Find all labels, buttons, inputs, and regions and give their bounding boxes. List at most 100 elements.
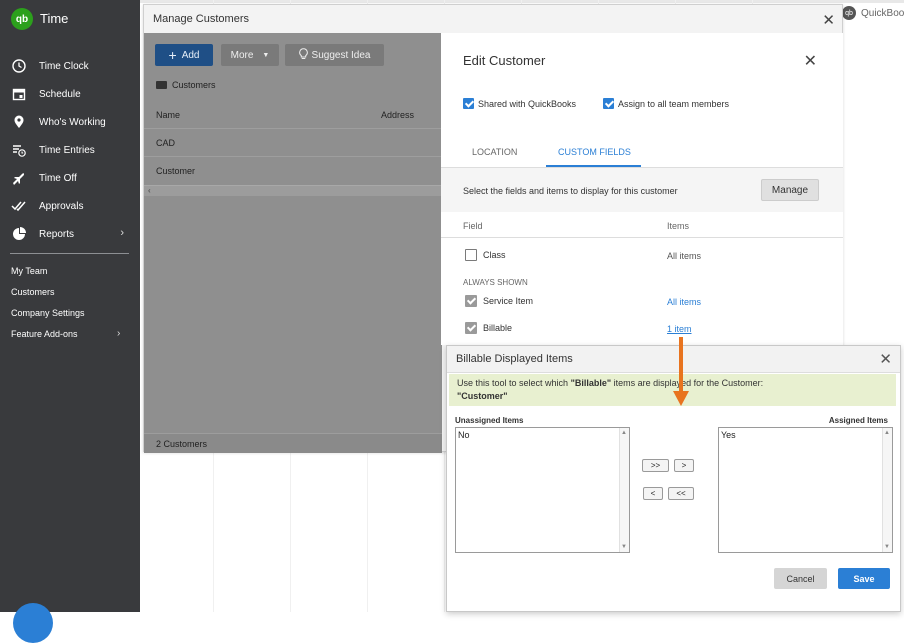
list-item[interactable]: No [458,430,470,440]
column-header-items: Items [667,221,690,231]
cancel-button[interactable]: Cancel [774,568,827,589]
customer-name: Customer [156,166,196,176]
column-header-name[interactable]: Name [156,110,180,120]
sidebar-item-time-clock[interactable]: Time Clock [10,55,132,77]
help-button[interactable] [13,603,53,643]
suggest-idea-button[interactable]: Suggest Idea [285,44,384,66]
field-label: Billable [483,323,513,333]
close-icon[interactable]: ✕ [804,51,817,71]
checkbox-label: Shared with QuickBooks [478,98,577,109]
class-field-checkbox[interactable]: Class [465,249,506,261]
more-button[interactable]: More ▼ [221,44,279,66]
dialog-title: Billable Displayed Items [456,353,573,365]
select-fields-text: Select the fields and items to display f… [463,186,678,196]
app-logo-icon: qb [11,8,33,30]
breadcrumb[interactable]: Customers [156,80,216,90]
close-icon[interactable]: ✕ [822,11,835,29]
checkbox-checked-icon [463,98,474,109]
move-right-button[interactable]: > [674,459,694,472]
vertical-scrollbar[interactable]: ▲ ▼ [882,428,892,552]
sidebar-item-company-settings[interactable]: Company Settings [11,308,85,318]
add-customer-button[interactable]: + Add [155,44,213,66]
assigned-items-list[interactable]: Yes ▲ ▼ [718,427,893,553]
chevron-right-icon: › [117,328,121,339]
quickbooks-brand: qb QuickBoo [842,6,904,20]
save-button[interactable]: Save [838,568,890,589]
folder-icon [156,81,167,89]
move-left-button[interactable]: < [643,487,663,500]
assign-to-all-checkbox[interactable]: Assign to all team members [603,98,729,109]
lightbulb-icon [298,47,308,63]
checkbox-checked-icon [465,295,477,307]
list-item[interactable]: Yes [721,430,736,440]
shared-with-quickbooks-checkbox[interactable]: Shared with QuickBooks [463,98,576,109]
list-clock-icon [10,141,28,159]
customers-panel: + Add More ▼ Suggest Idea Customers Name… [144,33,442,453]
add-label: Add [181,49,200,61]
scroll-down-icon[interactable]: ▼ [621,544,627,550]
table-row[interactable]: Customer [144,156,442,184]
billable-items-link[interactable]: 1 item [667,324,692,334]
sidebar-item-label: Reports [39,228,75,240]
field-label: Class [483,250,506,260]
sidebar-item-whos-working[interactable]: Who's Working [10,111,132,133]
checkbox-checked-icon [465,322,477,334]
checkbox-checked-icon [603,98,614,109]
airplane-icon [10,169,28,187]
column-header-field: Field [463,221,483,231]
service-item-field: Service Item [465,295,533,307]
table-footer: 2 Customers [144,433,442,453]
sidebar-item-time-off[interactable]: Time Off [10,167,132,189]
quickbooks-logo-icon: qb [842,6,856,20]
sidebar-item-schedule[interactable]: Schedule [10,83,132,105]
pie-chart-icon [10,225,28,243]
service-item-items-link[interactable]: All items [667,297,701,307]
sidebar-item-customers[interactable]: Customers [11,287,55,297]
sidebar-item-label: Approvals [39,200,84,212]
sidebar-item-my-team[interactable]: My Team [11,266,47,276]
sidebar-item-label: Time Off [39,172,77,184]
sidebar: qb Time Time Clock Schedule Who's Workin… [0,0,140,643]
calendar-icon [10,85,28,103]
sidebar-item-label: Who's Working [39,116,106,128]
top-strip [140,0,904,3]
scroll-up-icon[interactable]: ▲ [884,430,890,436]
plus-icon: + [168,47,177,63]
scroll-down-icon[interactable]: ▼ [884,544,890,550]
scroll-up-icon[interactable]: ▲ [621,430,627,436]
map-pin-icon [10,113,28,131]
field-label: Service Item [483,296,534,306]
suggest-label: Suggest Idea [311,49,371,61]
move-all-left-button[interactable]: << [668,487,694,500]
sidebar-item-time-entries[interactable]: Time Entries [10,139,132,161]
tab-custom-fields[interactable]: CUSTOM FIELDS [558,147,631,157]
chevron-right-icon: › [120,227,124,239]
sidebar-item-label: Feature Add-ons [11,329,78,339]
info-line: Use this tool to select which "Billable"… [457,378,763,388]
move-all-right-button[interactable]: >> [642,459,669,472]
sidebar-divider [10,253,129,254]
table-row[interactable]: CAD [144,128,442,156]
customer-count: 2 Customers [156,439,208,449]
horizontal-scrollbar[interactable]: ‹ [144,185,442,196]
info-customer-name: "Customer" [457,391,508,401]
edit-customer-panel: Edit Customer ✕ Shared with QuickBooks A… [441,33,843,345]
billable-displayed-items-dialog: Billable Displayed Items ✕ Use this tool… [446,345,901,612]
sidebar-item-feature-add-ons[interactable]: Feature Add-ons › [11,328,131,339]
header-divider [441,237,843,238]
manage-button[interactable]: Manage [761,179,819,201]
unassigned-items-list[interactable]: No ▲ ▼ [455,427,630,553]
sidebar-item-reports[interactable]: Reports › [10,223,132,245]
vertical-scrollbar[interactable]: ▲ ▼ [619,428,629,552]
clock-icon [10,57,28,75]
checkbox-unchecked-icon [465,249,477,261]
scroll-left-icon: ‹ [148,186,151,195]
sidebar-item-approvals[interactable]: Approvals [10,195,132,217]
unassigned-items-label: Unassigned Items [455,416,524,425]
annotation-arrow-shaft [679,337,683,393]
always-shown-heading: ALWAYS SHOWN [463,278,528,287]
close-icon[interactable]: ✕ [879,350,892,368]
column-header-address[interactable]: Address [381,110,414,120]
billable-field: Billable [465,322,512,334]
tab-location[interactable]: LOCATION [472,147,517,157]
